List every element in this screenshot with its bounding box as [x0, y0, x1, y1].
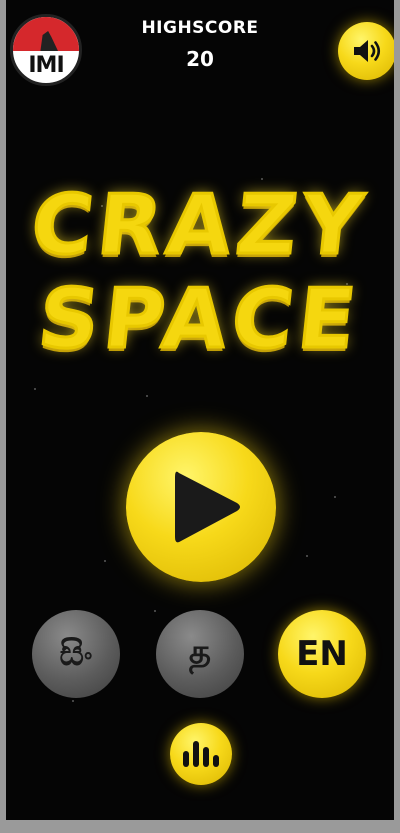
play-button[interactable] [126, 432, 276, 582]
highscore-value: 20 [186, 47, 214, 71]
sound-button[interactable] [338, 22, 394, 80]
language-sinhala-button[interactable]: සිං [32, 610, 120, 698]
star [104, 560, 106, 562]
star [146, 395, 148, 397]
game-title-line1: CRAZY [26, 177, 375, 275]
language-english-button[interactable]: EN [278, 610, 366, 698]
language-tamil-button[interactable]: த [156, 610, 244, 698]
leaderboard-icon [183, 741, 219, 767]
leaderboard-button[interactable] [170, 723, 232, 785]
highscore-panel: HIGHSCORE 20 [6, 18, 394, 71]
star [72, 700, 74, 702]
star [306, 555, 308, 557]
highscore-label: HIGHSCORE [141, 18, 259, 38]
game-title-line2: SPACE [33, 271, 367, 369]
star [154, 610, 156, 612]
speaker-icon [354, 40, 381, 62]
star [34, 388, 36, 390]
game-screen: IMI HIGHSCORE 20 CRAZY SPACE සිං த EN [6, 0, 394, 820]
play-icon [175, 471, 240, 543]
star [334, 496, 336, 498]
